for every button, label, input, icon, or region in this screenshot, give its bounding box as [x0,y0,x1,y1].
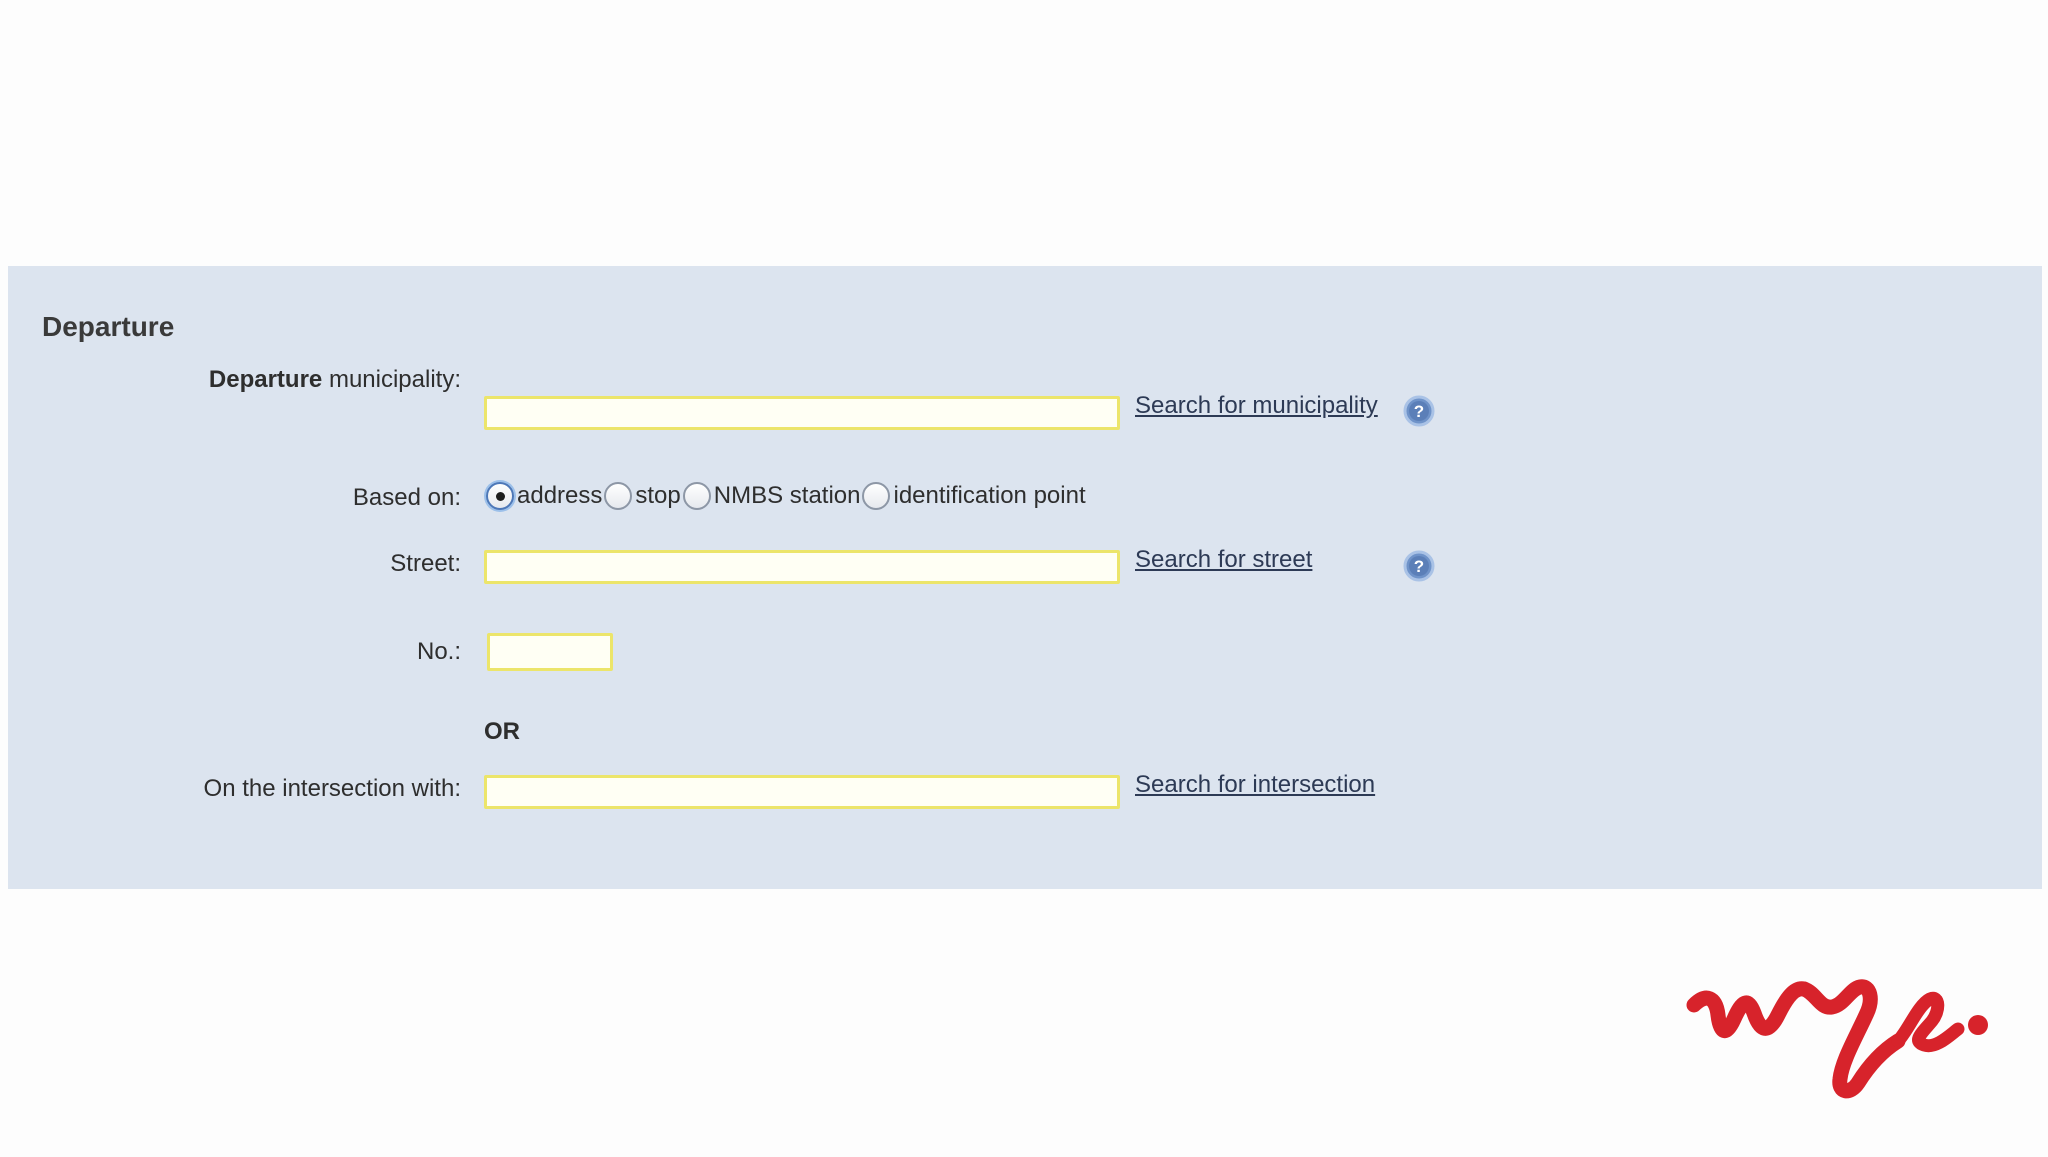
radio-nmbs-station[interactable]: NMBS station [682,482,861,510]
help-icon[interactable]: ? [1403,550,1435,582]
radio-button-checked[interactable] [486,482,514,510]
search-street-link[interactable]: Search for street [1135,546,1312,574]
radio-stop-label: stop [635,482,681,509]
page: Departure Departure municipality: Search… [0,0,2048,1157]
street-label: Street: [390,550,461,577]
radio-address[interactable]: address [486,482,602,510]
based-on-label: Based on: [352,484,461,511]
svg-text:?: ? [1414,557,1424,576]
brand-logo-icon [1686,979,1988,1099]
radio-button[interactable] [604,482,633,510]
municipality-label-rest: municipality: [322,366,461,393]
or-separator: OR [484,718,520,745]
radio-stop[interactable]: stop [604,482,681,510]
intersection-label: On the intersection with: [203,775,461,802]
radio-address-label: address [517,482,603,509]
departure-panel: Departure Departure municipality: Search… [8,266,2042,889]
search-municipality-link[interactable]: Search for municipality [1135,392,1378,420]
radio-button[interactable] [862,482,891,510]
intersection-input[interactable] [484,775,1120,809]
municipality-label: Departure municipality: [209,366,461,394]
number-input[interactable] [487,633,613,671]
radio-nmbs-station-label: NMBS station [713,482,861,509]
radio-identification-point[interactable]: identification point [862,482,1086,510]
search-intersection-link[interactable]: Search for intersection [1135,771,1375,799]
panel-title: Departure [42,311,175,342]
svg-text:?: ? [1414,402,1424,421]
radio-button[interactable] [682,482,711,510]
number-label: No.: [416,638,461,665]
street-input[interactable] [484,550,1120,584]
radio-dot [495,491,505,501]
based-on-radio-group: address stop NMBS station identification… [486,479,1088,513]
municipality-label-bold: Departure [208,366,323,393]
radio-identification-point-label: identification point [893,482,1086,509]
municipality-input[interactable] [484,396,1120,430]
help-icon[interactable]: ? [1403,395,1435,427]
